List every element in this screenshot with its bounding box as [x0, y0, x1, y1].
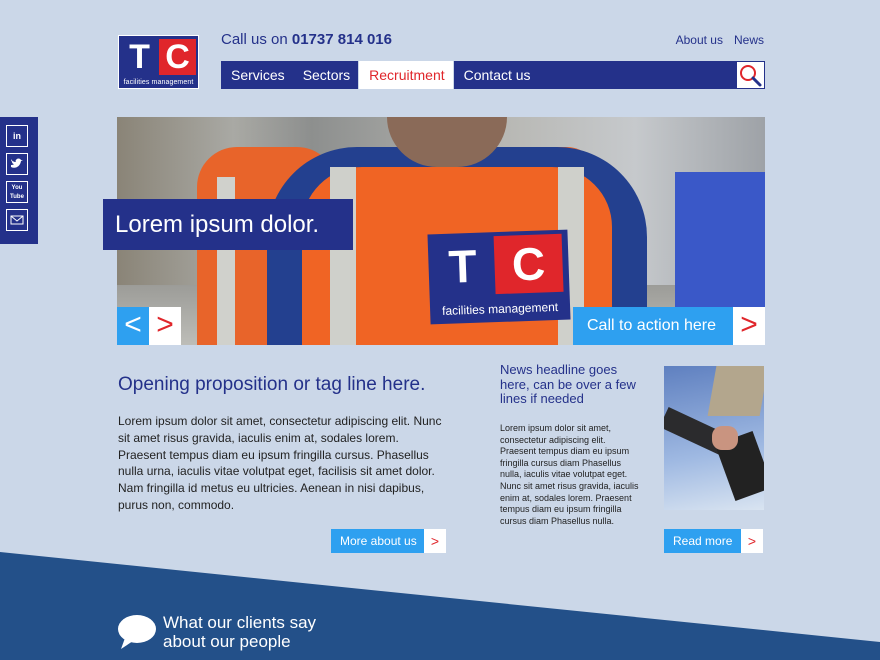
news-image[interactable]: [664, 366, 764, 510]
nav-item-sectors[interactable]: Sectors: [293, 61, 358, 89]
brand-logo[interactable]: T C facilities management: [118, 35, 199, 89]
testimonials-heading: What our clients say about our people: [163, 613, 316, 651]
magnifier-icon: [740, 65, 762, 87]
speech-bubble-icon: [118, 615, 156, 649]
email-icon[interactable]: [6, 209, 28, 231]
hero-caption: Lorem ipsum dolor.: [103, 199, 353, 250]
logo-subtitle: facilities management: [123, 79, 194, 86]
hero-vest-logo: T C facilities management: [427, 229, 571, 325]
nav-item-services[interactable]: Services: [221, 61, 293, 89]
youtube-icon[interactable]: You Tube: [6, 181, 28, 203]
search-button[interactable]: [736, 61, 765, 89]
cta-arrow-icon[interactable]: >: [733, 307, 765, 345]
intro-body: Lorem ipsum dolor sit amet, consectetur …: [118, 414, 442, 512]
phone-contact: Call us on 01737 814 016: [221, 31, 392, 48]
tagline-heading: Opening proposition or tag line here.: [118, 374, 426, 395]
logo-letter-c: C: [159, 39, 196, 75]
top-link-about-us[interactable]: About us: [676, 33, 723, 47]
testimonials-line-2: about our people: [163, 632, 291, 651]
phone-number[interactable]: 01737 814 016: [292, 31, 392, 48]
linkedin-icon[interactable]: in: [6, 125, 28, 147]
twitter-icon[interactable]: [6, 153, 28, 175]
main-nav: Services Sectors Recruitment Contact us: [221, 61, 736, 89]
social-bar: in You Tube: [0, 117, 38, 244]
logo-letter-t: T: [122, 39, 157, 75]
testimonials-line-1: What our clients say: [163, 613, 317, 632]
news-headline[interactable]: News headline goes here, can be over a f…: [500, 362, 642, 407]
news-body: Lorem ipsum dolor sit amet, consectetur …: [500, 423, 639, 526]
slider-next-button[interactable]: >: [149, 307, 181, 345]
cta-button[interactable]: Call to action here: [573, 307, 733, 345]
nav-item-contact-us[interactable]: Contact us: [454, 61, 539, 89]
top-link-news[interactable]: News: [734, 33, 764, 47]
nav-item-recruitment[interactable]: Recruitment: [358, 61, 454, 89]
slider-prev-button[interactable]: <: [117, 307, 149, 345]
phone-prefix: Call us on: [221, 31, 288, 48]
top-links: About us News: [676, 33, 764, 47]
